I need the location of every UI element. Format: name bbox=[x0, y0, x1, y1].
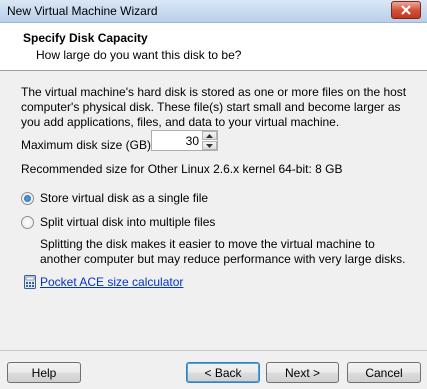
wizard-content: The virtual machine's hard disk is store… bbox=[0, 72, 427, 350]
wizard-header: Specify Disk Capacity How large do you w… bbox=[0, 23, 427, 71]
chevron-down-icon bbox=[206, 143, 213, 148]
split-files-radio[interactable] bbox=[21, 215, 34, 229]
recommended-size-text: Recommended size for Other Linux 2.6.x k… bbox=[21, 162, 343, 176]
max-disk-size-input[interactable] bbox=[152, 131, 202, 150]
radio-selected-dot bbox=[24, 194, 31, 202]
max-disk-size-stepper[interactable] bbox=[151, 130, 218, 151]
single-file-option[interactable]: Store virtual disk as a single file bbox=[21, 191, 208, 205]
help-button[interactable]: Help bbox=[7, 362, 81, 383]
split-description: Splitting the disk makes it easier to mo… bbox=[40, 237, 406, 266]
stepper-down-button[interactable] bbox=[202, 141, 217, 150]
wizard-footer: Help < Back Next > Cancel bbox=[0, 350, 427, 389]
disk-description: The virtual machine's hard disk is store… bbox=[21, 85, 407, 129]
split-files-option[interactable]: Split virtual disk into multiple files bbox=[21, 215, 215, 229]
close-icon bbox=[401, 5, 411, 15]
title-bar: New Virtual Machine Wizard bbox=[0, 0, 427, 23]
stepper-up-button[interactable] bbox=[202, 131, 217, 140]
back-button[interactable]: < Back bbox=[186, 362, 260, 383]
cancel-button[interactable]: Cancel bbox=[347, 362, 421, 383]
split-files-label[interactable]: Split virtual disk into multiple files bbox=[40, 215, 215, 229]
chevron-up-icon bbox=[206, 133, 213, 138]
single-file-label[interactable]: Store virtual disk as a single file bbox=[40, 191, 208, 205]
next-button[interactable]: Next > bbox=[266, 362, 339, 383]
stepper-arrows bbox=[202, 131, 217, 150]
page-subtitle: How large do you want this disk to be? bbox=[36, 48, 242, 62]
window-title: New Virtual Machine Wizard bbox=[7, 4, 158, 18]
single-file-radio[interactable] bbox=[21, 191, 34, 205]
calculator-link-row[interactable]: Pocket ACE size calculator bbox=[24, 275, 183, 289]
page-title: Specify Disk Capacity bbox=[23, 31, 148, 45]
max-disk-size-label: Maximum disk size (GB): bbox=[21, 138, 155, 152]
calculator-icon bbox=[24, 275, 36, 289]
close-button[interactable] bbox=[391, 1, 421, 19]
pocket-ace-calculator-link[interactable]: Pocket ACE size calculator bbox=[40, 275, 183, 289]
